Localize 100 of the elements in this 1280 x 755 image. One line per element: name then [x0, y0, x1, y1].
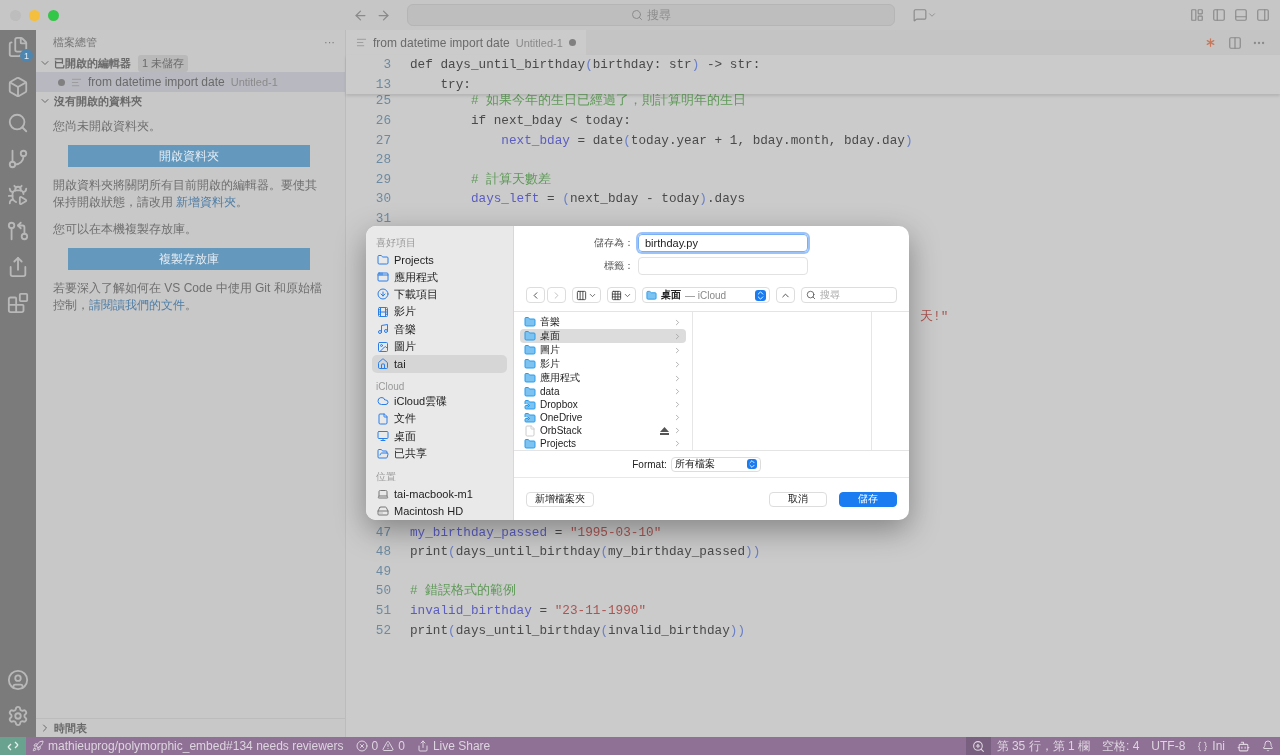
- new-folder-button[interactable]: 新增檔案夾: [526, 491, 594, 507]
- panel-toggle-icon[interactable]: [1234, 8, 1248, 22]
- field-label: 標籤：: [603, 259, 634, 273]
- sidebar-item[interactable]: 下載項目: [372, 285, 507, 304]
- account-icon[interactable]: [7, 669, 29, 691]
- paragraph: 開啟資料夾將關閉所有目前開啟的編輯器。要使其保持開啟狀態，請改用 新增資料夾。: [53, 177, 318, 211]
- search-icon[interactable]: [7, 112, 29, 134]
- dialog-button[interactable]: 取消: [769, 491, 827, 507]
- file-name-field[interactable]: birthday.py: [638, 234, 808, 252]
- sidebar-heading: 位置: [375, 470, 397, 485]
- eject-icon[interactable]: [660, 426, 669, 435]
- line-number: 29: [374, 171, 392, 187]
- line-number: 52: [374, 622, 392, 638]
- folder-icon: [524, 344, 536, 356]
- folder-icon: [524, 316, 536, 328]
- file-icon: [377, 412, 389, 425]
- line-number: 25: [374, 93, 392, 109]
- line-number: 47: [374, 524, 392, 540]
- sidebar-item[interactable]: 音樂: [372, 320, 507, 338]
- folder-icon: [524, 437, 536, 450]
- right-panel-toggle-icon[interactable]: [1256, 8, 1270, 22]
- code-line: # 如果今年的生日已經過了，則計算明年的生日: [469, 92, 747, 110]
- search-icon: [805, 290, 816, 300]
- sidebar-heading: 喜好項目: [375, 236, 417, 250]
- split-editor-icon[interactable]: [1228, 35, 1242, 50]
- sidebar-item[interactable]: 已共享: [372, 444, 507, 463]
- file-row[interactable]: 桌面: [520, 329, 686, 343]
- chat-icon[interactable]: [913, 8, 937, 22]
- file-row[interactable]: 音樂: [520, 315, 686, 329]
- grid-icon: [611, 289, 622, 301]
- file-row[interactable]: 應用程式: [520, 371, 686, 385]
- zoom-button[interactable]: [965, 737, 991, 755]
- line-number: 30: [374, 191, 392, 207]
- file-row[interactable]: Projects: [520, 437, 686, 450]
- line-number: 31: [374, 211, 392, 227]
- column-view-button[interactable]: [572, 287, 601, 303]
- code-line: print(days_until_birthday(invalid_birthday)): [410, 622, 746, 638]
- message-text: 您可以在本機複製存放庫。: [53, 221, 198, 238]
- line-number: 50: [374, 583, 392, 599]
- sidebar-item[interactable]: 圖片: [372, 337, 507, 356]
- code-line: invalid_birthday = "23-11-1990": [410, 602, 647, 618]
- sidebar-item[interactable]: iCloud雲碟: [372, 392, 507, 411]
- folder-icon: [524, 385, 536, 398]
- code-line: def days_until_birthday(birthday: str) -> str:: [410, 57, 761, 73]
- sidebar-item[interactable]: 桌面: [372, 427, 507, 445]
- file-icon: [356, 37, 367, 48]
- format-popup[interactable]: 所有檔案: [670, 456, 761, 472]
- group-button[interactable]: [607, 287, 636, 303]
- sidebar-item[interactable]: tai-macbook-m1: [372, 485, 507, 503]
- share-icon[interactable]: [7, 256, 29, 278]
- sidebar-item[interactable]: 影片: [372, 303, 507, 321]
- sidebar-toggle-icon[interactable]: [1212, 8, 1226, 22]
- rocket-icon: [32, 740, 44, 752]
- format-label: Format:: [632, 458, 667, 470]
- file-row[interactable]: Dropbox: [520, 398, 686, 411]
- sidebar-item[interactable]: 文件: [372, 410, 507, 428]
- back-button[interactable]: [526, 287, 545, 303]
- remote-button[interactable]: [0, 737, 26, 755]
- pull-request-icon[interactable]: [7, 220, 29, 242]
- folder-icon: [524, 411, 536, 424]
- sidebar-item[interactable]: tai: [372, 355, 507, 373]
- sidebar-item[interactable]: Macintosh HD: [372, 502, 507, 520]
- file-icon: [71, 76, 82, 88]
- up-button[interactable]: [775, 287, 795, 303]
- forward-button[interactable]: [547, 287, 566, 303]
- minimize-window-icon[interactable]: [29, 9, 40, 21]
- file-icon: [524, 424, 536, 437]
- drive-icon: [377, 505, 389, 518]
- music-icon: [377, 323, 389, 336]
- file-row[interactable]: 圖片: [520, 343, 686, 357]
- file-row[interactable]: OneDrive: [520, 411, 686, 424]
- extensions-icon[interactable]: [7, 292, 29, 314]
- sidebar-item[interactable]: 應用程式: [372, 268, 507, 286]
- home-icon: [377, 358, 389, 371]
- settings-icon[interactable]: [7, 705, 29, 727]
- paragraph: 若要深入了解如何在 VS Code 中使用 Git 和原始檔控制，請閱讀我們的文件。: [53, 280, 323, 314]
- line-number: 27: [374, 132, 392, 148]
- tags-field[interactable]: [638, 257, 808, 275]
- box-icon[interactable]: [7, 76, 29, 98]
- sidebar-item[interactable]: Projects: [372, 251, 507, 269]
- file-row[interactable]: OrbStack: [520, 424, 686, 437]
- zoom-window-icon[interactable]: [48, 9, 59, 21]
- location-popup[interactable]: 桌面 — iCloud: [642, 287, 770, 303]
- cloud-icon: [377, 395, 389, 408]
- source-control-icon[interactable]: [7, 148, 29, 170]
- forward-icon[interactable]: [376, 7, 391, 23]
- back-icon[interactable]: [353, 7, 368, 23]
- run-debug-icon[interactable]: [7, 184, 29, 206]
- code-line: next_bday = date(today.year + 1, bday.month, bday.day): [500, 132, 913, 148]
- unsaved-badge: 1 未儲存: [138, 54, 189, 72]
- unsaved-dot-icon[interactable]: [568, 39, 576, 46]
- sidebar-heading: iCloud: [375, 379, 406, 393]
- file-row[interactable]: 影片: [520, 357, 686, 371]
- code-line: # 計算天數差: [469, 170, 552, 188]
- columns-icon: [576, 289, 587, 301]
- image-icon: [377, 340, 389, 353]
- file-row[interactable]: data: [520, 385, 686, 398]
- layout-icon[interactable]: [1190, 8, 1204, 22]
- dialog-button[interactable]: 儲存: [839, 491, 897, 507]
- folder-icon: [377, 447, 389, 460]
